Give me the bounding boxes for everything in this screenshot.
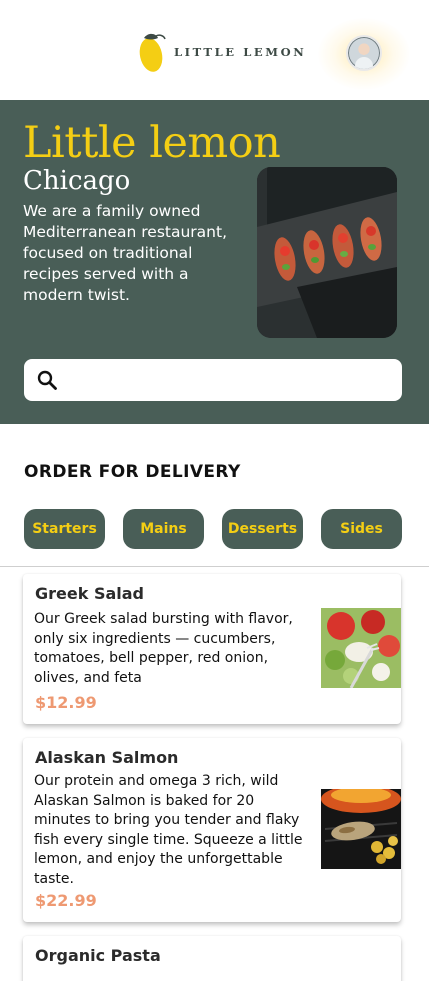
menu-item-image [321,789,401,869]
hero-banner: Little lemon Chicago We are a family own… [0,100,429,424]
hero-description: We are a family owned Mediterranean rest… [23,202,227,304]
lemon-icon [138,30,166,74]
category-sides[interactable]: Sides [321,509,402,549]
hero-title: Little lemon [23,118,281,168]
menu-item-card[interactable]: Greek Salad Our Greek salad bursting wit… [23,574,401,724]
logo-text: LITTLE LEMON [174,45,307,59]
menu-item-card[interactable]: Organic Pasta [23,936,401,981]
search-icon [37,370,57,390]
menu-item-name: Organic Pasta [35,946,161,965]
menu-item-price: $22.99 [35,891,97,910]
user-avatar[interactable] [346,35,382,71]
category-mains[interactable]: Mains [123,509,204,549]
section-divider [0,566,429,567]
order-title: ORDER FOR DELIVERY [24,462,241,482]
menu-item-name: Alaskan Salmon [35,748,179,767]
menu-item-description: Our protein and omega 3 rich, wild Alask… [34,773,303,887]
category-desserts[interactable]: Desserts [222,509,303,549]
menu-item-description: Our Greek salad bursting with flavor, on… [34,611,293,686]
menu-item-image [321,608,401,688]
category-starters[interactable]: Starters [24,509,105,549]
app-header: LITTLE LEMON [0,0,429,100]
search-bar[interactable] [24,359,402,401]
menu-item-card[interactable]: Alaskan Salmon Our protein and omega 3 r… [23,738,401,922]
hero-city: Chicago [23,166,131,196]
hero-image [257,167,397,338]
menu-item-name: Greek Salad [35,584,144,603]
menu-item-price: $12.99 [35,693,97,712]
logo[interactable]: LITTLE LEMON [138,30,306,74]
